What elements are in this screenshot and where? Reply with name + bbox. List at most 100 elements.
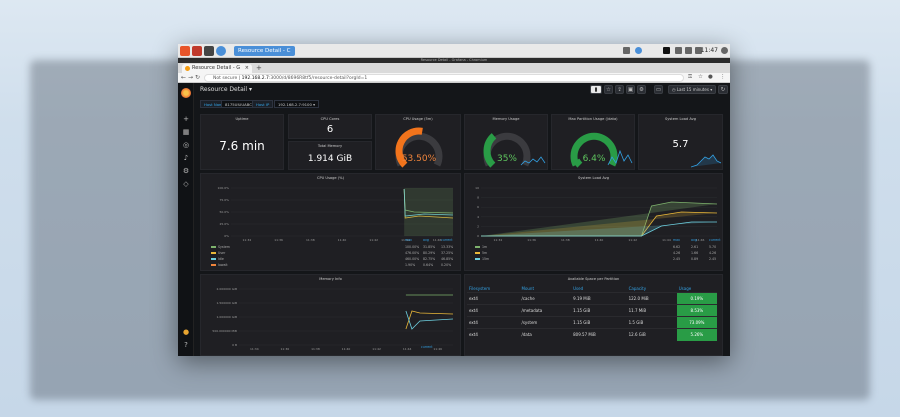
legend-value: 2.45: [673, 257, 681, 261]
column-header[interactable]: Usage: [677, 285, 717, 293]
legend-item[interactable]: 15m: [475, 257, 489, 261]
terminal-icon[interactable]: [204, 46, 214, 56]
legend-series-name: Idle: [218, 257, 224, 261]
legend-item[interactable]: 1m: [475, 245, 487, 249]
time-range-picker[interactable]: ◷ Last 15 minutes ▾: [668, 85, 716, 94]
tray-terminal-icon[interactable]: [663, 47, 670, 54]
variable-hostip-select[interactable]: 192.168.2.7:9100 ▾: [274, 100, 320, 108]
grafana-sidebar: + ▦ ◎ ♪ ⚙ ◇ ● ?: [178, 83, 194, 356]
browser-icon[interactable]: [216, 46, 226, 56]
dashboard-title[interactable]: Resource Detail ▾: [200, 86, 252, 93]
profile-icon[interactable]: ●: [708, 74, 713, 80]
add-panel-icon[interactable]: ▮: [590, 85, 602, 94]
table-row: ext4 /data 809.57 MiB 12.6 GiB 5.26%: [467, 328, 717, 341]
legend-value: 37.25%: [441, 251, 454, 255]
legend-value: 460.00%: [405, 257, 420, 261]
panel-title: Available Space per Partition: [567, 277, 620, 281]
legend-series-name: 15m: [482, 257, 490, 261]
column-header[interactable]: Mount: [520, 285, 572, 293]
total-memory-panel[interactable]: Total Memory 1.914 GiB: [288, 141, 372, 170]
new-tab-button[interactable]: +: [256, 63, 262, 73]
disk-table-panel[interactable]: Available Space per Partition Filesystem…: [464, 274, 723, 356]
load-avg-panel[interactable]: System Load Avg 5.7: [638, 114, 723, 170]
legend-header[interactable]: current: [421, 345, 433, 349]
uptime-panel[interactable]: Uptime 7.6 min: [200, 114, 284, 170]
variable-value: 8175UIUUABC: [225, 102, 252, 107]
legend-header[interactable]: avg: [423, 238, 429, 242]
gauge-fill: [573, 158, 583, 168]
legend-item[interactable]: 5m: [475, 251, 487, 255]
cell-size: 1.5 GiB: [626, 316, 677, 329]
load-avg-chart-panel[interactable]: System Load Avg 10 8 6 4 2 0 11:34 11:36 11:38 11…: [464, 173, 723, 271]
legend-header[interactable]: max: [673, 238, 680, 242]
share-icon[interactable]: ⇪: [615, 85, 624, 94]
legend-item[interactable]: User: [211, 251, 225, 255]
legend-item[interactable]: Iowait: [211, 263, 228, 267]
key-icon[interactable]: ⚿: [688, 74, 692, 81]
clock: 11:47: [700, 47, 718, 54]
tray-icon[interactable]: [623, 47, 630, 54]
star-icon[interactable]: ☆: [698, 74, 703, 80]
tab-title: Resource Detail - G: [192, 65, 241, 71]
legend-item[interactable]: System: [211, 245, 230, 249]
y-tick-label: 0 B: [232, 343, 237, 347]
menu-icon[interactable]: ⋮: [720, 74, 726, 80]
column-header[interactable]: Filesystem: [467, 285, 520, 293]
app-launcher-icon[interactable]: [180, 46, 190, 56]
cell-fs: ext4: [467, 328, 520, 341]
legend-header[interactable]: avg: [691, 238, 697, 242]
cell-usage: 8.53%: [676, 304, 717, 317]
legend-header[interactable]: current: [441, 238, 453, 242]
close-tab-icon[interactable]: ×: [245, 64, 249, 73]
taskbar-window-title[interactable]: Resource Detail - C: [234, 46, 295, 56]
settings-gear-icon[interactable]: ⚙: [637, 85, 646, 94]
column-header[interactable]: Used: [571, 285, 626, 293]
cpu-usage-chart-panel[interactable]: CPU Usage (%) 100.0% 75.0% 50.0% 25.0% 0% 11:…: [200, 173, 461, 271]
legend-swatch: [475, 252, 480, 254]
save-icon[interactable]: ▣: [626, 85, 635, 94]
tray-chrome-icon[interactable]: [635, 47, 642, 54]
memory-usage-gauge-panel[interactable]: Memory Usage 35%: [464, 114, 548, 170]
power-icon[interactable]: [721, 47, 728, 54]
browser-tab[interactable]: Resource Detail - G ×: [182, 64, 252, 73]
cell-usage: 0.19%: [676, 292, 717, 305]
cell-mount: /metadata: [519, 304, 572, 317]
address-bar-row: ← → ↻ Not secure | 192.168.2.7:3000/d/86…: [178, 73, 730, 83]
not-secure-label: Not secure: [213, 76, 238, 81]
legend-swatch: [211, 264, 216, 266]
alerting-bell-icon[interactable]: ♪: [182, 154, 190, 162]
user-avatar-icon[interactable]: ●: [182, 328, 190, 336]
legend-series-name: System: [218, 245, 230, 249]
reload-icon[interactable]: ↻: [195, 74, 200, 81]
y-tick-label: 6: [477, 205, 479, 209]
legend-header[interactable]: max: [405, 238, 412, 242]
back-icon[interactable]: ←: [181, 74, 186, 81]
legend-item[interactable]: Idle: [211, 257, 224, 261]
wifi-icon[interactable]: [685, 47, 692, 54]
configuration-gear-icon[interactable]: ⚙: [182, 167, 190, 175]
bluetooth-icon[interactable]: [675, 47, 682, 54]
help-icon[interactable]: ?: [182, 341, 190, 349]
variable-value: 192.168.2.7:9100: [278, 102, 312, 107]
disk-gauge: 6.4%: [570, 132, 633, 168]
legend-header[interactable]: current: [709, 238, 721, 242]
create-plus-icon[interactable]: +: [182, 115, 190, 123]
cpu-usage-gauge-panel[interactable]: CPU Usage (5m) 53.50%: [375, 114, 461, 170]
legend-value: 4.26: [709, 251, 717, 255]
memory-chart-panel[interactable]: Memory Info 2.000000 GiB 1.500000 GiB 1.00…: [200, 274, 461, 356]
max-partition-gauge-panel[interactable]: Max Partition Usage (/data) 6.4%: [551, 114, 635, 170]
url-input[interactable]: Not secure | 192.168.2.7:3000/d/8696R8tf…: [204, 74, 684, 82]
refresh-icon[interactable]: ↻: [718, 85, 728, 94]
cpu-cores-panel[interactable]: CPU Cores 6: [288, 114, 372, 139]
cell-used: 1.15 GiB: [571, 316, 627, 329]
table-row: ext4 /system 1.15 GiB 1.5 GiB 73.09%: [467, 316, 717, 329]
star-dashboard-icon[interactable]: ☆: [604, 85, 613, 94]
tv-mode-icon[interactable]: ▭: [654, 85, 663, 94]
dashboards-grid-icon[interactable]: ▦: [182, 128, 190, 136]
column-header[interactable]: Capacity: [627, 285, 677, 293]
explore-compass-icon[interactable]: ◎: [182, 141, 190, 149]
forward-icon[interactable]: →: [188, 74, 193, 81]
admin-shield-icon[interactable]: ◇: [182, 180, 190, 188]
file-manager-icon[interactable]: [192, 46, 202, 56]
grafana-logo-icon[interactable]: [181, 88, 191, 98]
